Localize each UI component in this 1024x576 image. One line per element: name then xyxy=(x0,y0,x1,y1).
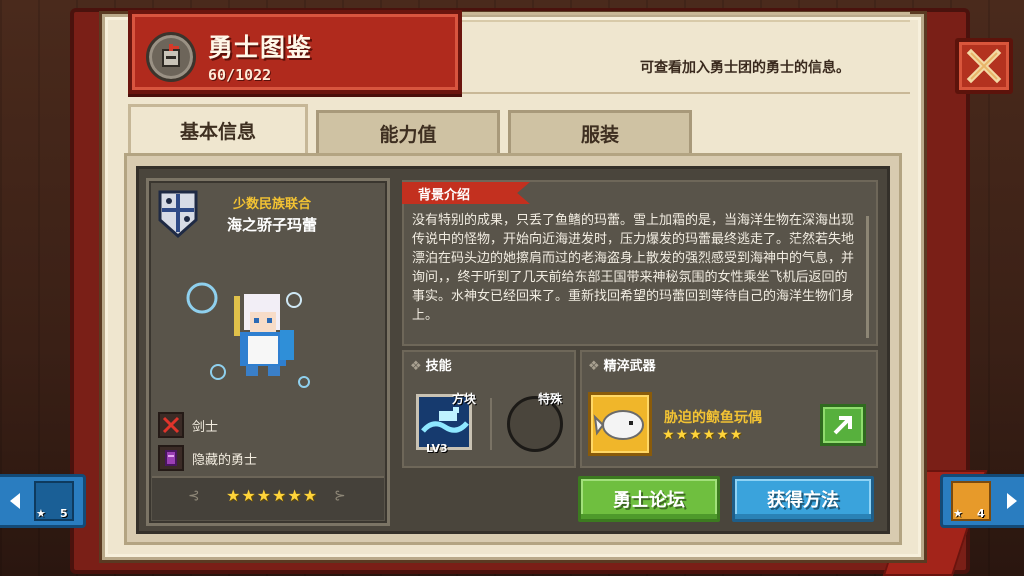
next-hero-button[interactable]: ★ 4 xyxy=(940,474,1024,528)
skill-divider xyxy=(490,398,492,450)
trait-class: 剑士 xyxy=(158,411,218,439)
weapon-detail-button[interactable] xyxy=(820,404,866,446)
next-hero-rank: 4 xyxy=(977,507,985,520)
weapon-header: ❖ 精淬武器 xyxy=(588,355,656,374)
prev-hero-star-icon: ★ xyxy=(36,507,46,520)
faction-shield-icon xyxy=(158,190,198,238)
hint-text: 可查看加入勇士团的勇士的信息。 xyxy=(640,60,850,76)
hidden-hero-label: 隐藏的勇士 xyxy=(192,452,258,468)
class-label: 剑士 xyxy=(192,419,219,435)
scroll-icon xyxy=(158,445,184,471)
skill-header: ❖ 技能 xyxy=(410,355,452,374)
story-scrollbar[interactable] xyxy=(866,216,869,338)
tab-basic-info[interactable]: 基本信息 xyxy=(128,104,308,154)
trait-hidden: 隐藏的勇士 xyxy=(158,444,257,472)
weapon-slot[interactable] xyxy=(588,392,652,456)
hero-star-rating: ★★★★★★ xyxy=(225,486,319,505)
hero-sprite xyxy=(186,282,310,388)
close-x-icon xyxy=(966,48,1002,84)
prev-hero-rank: 5 xyxy=(60,507,68,520)
special-skill-label: 特殊 xyxy=(538,392,563,406)
hero-name: 海之骄子玛蕾 xyxy=(226,216,317,234)
block-skill-level: LV3 xyxy=(426,442,448,455)
page-decoration-top xyxy=(460,12,910,22)
rank-right-ornament-icon: ⊱ xyxy=(334,488,346,504)
story-header: 背景介绍 xyxy=(402,182,530,204)
weapon-name: 胁迫的鲸鱼玩偶 xyxy=(664,410,762,426)
diamond-bullet-icon: ❖ xyxy=(410,359,422,374)
arrow-left-icon xyxy=(10,493,20,509)
obtain-method-button[interactable]: 获得方法 xyxy=(732,476,874,522)
sword-icon xyxy=(158,412,184,438)
rank-left-ornament-icon: ⊰ xyxy=(188,488,200,504)
weapon-star-rating: ★★★★★★ xyxy=(662,427,744,443)
hero-forum-button[interactable]: 勇士论坛 xyxy=(578,476,720,522)
tab-outfit[interactable]: 服装 xyxy=(508,110,692,154)
faction-name: 少数民族联合 xyxy=(232,197,311,212)
close-button[interactable] xyxy=(955,38,1013,94)
story-text[interactable]: 没有特别的成果，只丢了鱼鳍的玛蕾。雪上加霜的是，当海洋生物在深海出现传说中的怪物… xyxy=(412,211,858,339)
weapon-header-label: 精淬武器 xyxy=(603,359,656,374)
block-skill-label: 方块 xyxy=(452,392,477,406)
prev-hero-button[interactable]: ★ 5 xyxy=(0,474,86,528)
tab-ability[interactable]: 能力值 xyxy=(316,110,500,154)
diamond-bullet-icon: ❖ xyxy=(588,359,600,374)
next-hero-star-icon: ★ xyxy=(953,507,963,520)
page-title: 勇士图鉴 xyxy=(208,33,313,62)
knight-helmet-icon xyxy=(146,32,196,82)
whale-doll-icon xyxy=(593,410,644,440)
arrow-upright-icon xyxy=(833,416,852,435)
title-plate: 勇士图鉴 60/1022 xyxy=(128,10,462,94)
arrow-right-icon xyxy=(1007,493,1017,509)
page-decoration-bottom xyxy=(460,92,910,96)
collection-count: 60/1022 xyxy=(208,66,272,84)
skill-header-label: 技能 xyxy=(425,359,452,374)
